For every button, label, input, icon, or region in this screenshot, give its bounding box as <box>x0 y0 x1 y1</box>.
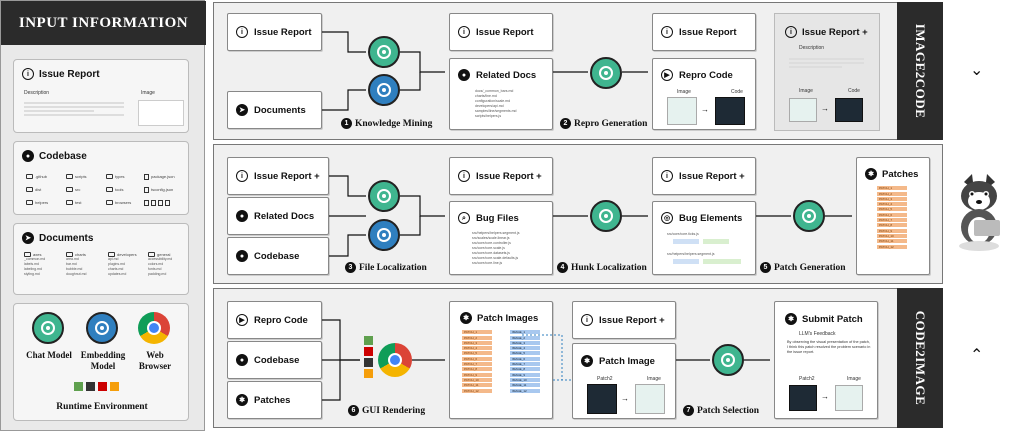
connector-lines <box>322 31 852 401</box>
